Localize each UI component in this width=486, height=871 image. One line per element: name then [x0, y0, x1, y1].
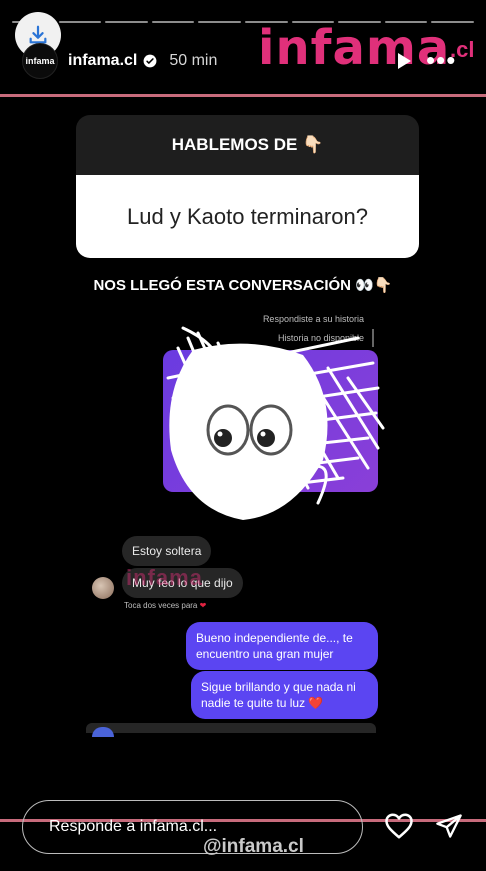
like-heart-icon[interactable]: [384, 812, 414, 840]
message-received-1: Estoy soltera: [122, 536, 212, 566]
profile-avatar[interactable]: infama: [22, 43, 58, 79]
inline-watermark: infama: [126, 565, 203, 590]
heart-icon: ❤: [199, 601, 207, 610]
post-time: 50 min: [169, 52, 218, 69]
progress-segment: [58, 21, 102, 23]
avatar-logo-text: infama: [25, 56, 55, 66]
username[interactable]: infama.cl: [68, 52, 137, 70]
eyes-sticker: [169, 343, 328, 520]
play-icon[interactable]: [395, 52, 413, 70]
progress-segment: [105, 21, 148, 23]
progress-segment: [198, 21, 241, 23]
question-text: Lud y Kaoto terminaron?: [127, 203, 368, 229]
question-header: HABLEMOS DE 👇🏻: [171, 135, 324, 154]
subheading: NOS LLEGÓ ESTA CONVERSACIÓN 👀👇🏻: [93, 277, 393, 294]
send-icon[interactable]: [434, 812, 464, 840]
top-divider: [0, 94, 486, 97]
progress-segment: [151, 21, 195, 23]
question-sticker: HABLEMOS DE 👇🏻 Lud y Kaoto terminaron?: [76, 115, 419, 258]
message-sent-2: Sigue brillando y que nada ni nadie te q…: [191, 671, 378, 719]
brand-logo: infama: [258, 20, 451, 76]
footer-watermark: @infama.cl: [203, 836, 304, 857]
reply-input[interactable]: Responde a infama.cl...: [22, 800, 363, 854]
reply-placeholder: Responde a infama.cl...: [49, 818, 218, 835]
sender-avatar: [92, 577, 114, 599]
verified-badge-icon: [143, 54, 157, 68]
message-sent-1: Bueno independiente de..., te encuentro …: [186, 622, 378, 670]
more-options-icon[interactable]: •••: [426, 47, 456, 73]
double-tap-hint: Toca dos veces para ❤: [124, 601, 207, 610]
dm-composer-edge: [86, 723, 376, 733]
